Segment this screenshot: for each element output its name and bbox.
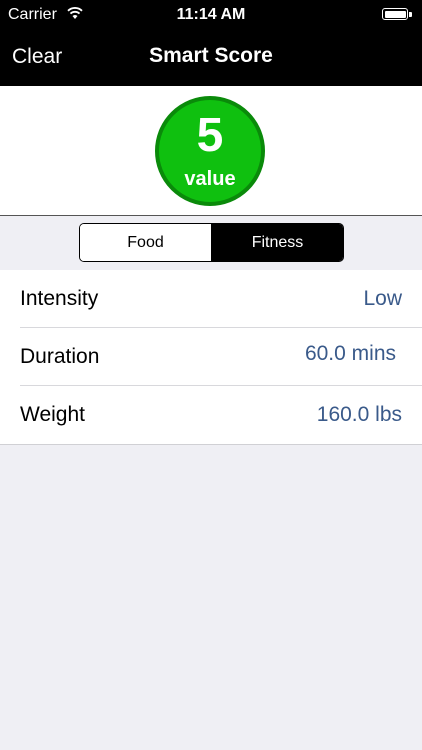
score-badge: 5 value — [155, 96, 265, 206]
weight-value: 160.0 lbs — [316, 403, 402, 426]
score-area: 5 value — [0, 86, 422, 216]
duration-label: Duration — [20, 345, 100, 368]
segment-food[interactable]: Food — [80, 224, 212, 261]
segment-fitness[interactable]: Fitness — [212, 224, 343, 261]
navigation-bar: Clear Smart Score — [0, 30, 422, 86]
score-label: value — [184, 168, 236, 190]
status-bar: Carrier 11:14 AM — [0, 0, 422, 30]
score-number: 5 — [196, 109, 224, 162]
duration-value: 60.0 mins — [304, 342, 396, 365]
list-item-weight[interactable]: Weight 160.0 lbs — [20, 386, 422, 444]
intensity-label: Intensity — [20, 287, 99, 310]
intensity-value: Low — [363, 287, 402, 310]
page-title: Smart Score — [149, 44, 273, 67]
settings-list: Intensity Low Duration 60.0 mins Weight … — [0, 270, 422, 445]
weight-label: Weight — [20, 403, 85, 426]
status-time: 11:14 AM — [176, 6, 246, 23]
list-item-duration[interactable]: Duration 60.0 mins — [20, 328, 422, 386]
list-item-intensity[interactable]: Intensity Low — [20, 270, 422, 328]
segmented-control: Food Fitness — [79, 223, 344, 262]
battery-icon — [382, 8, 412, 20]
